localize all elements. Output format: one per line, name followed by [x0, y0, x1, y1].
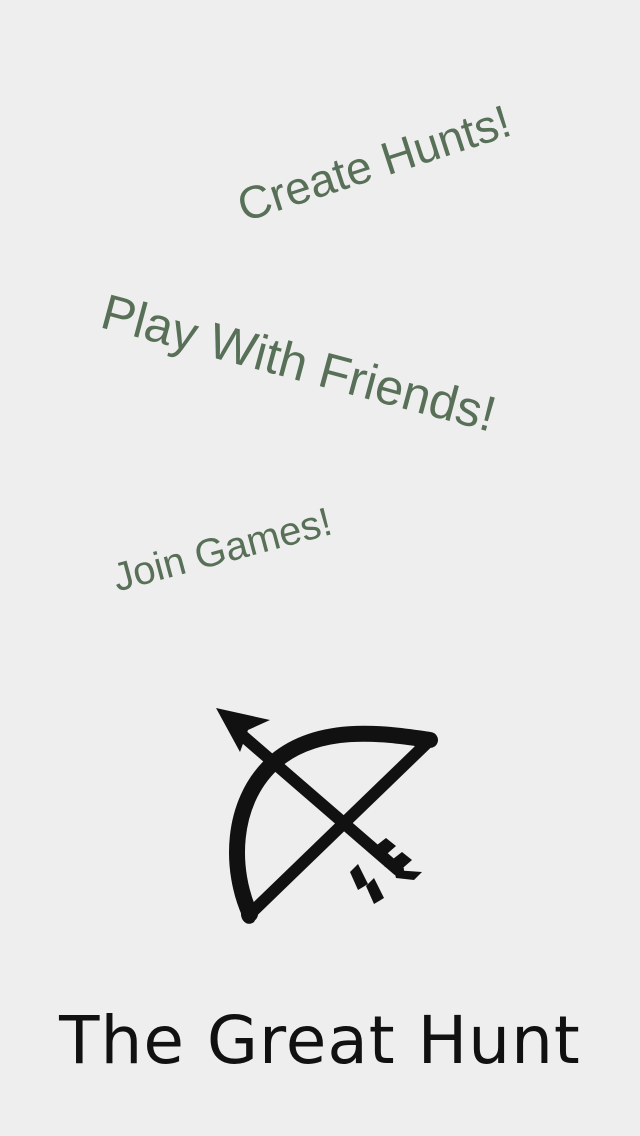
splash-screen: Create Hunts! Play With Friends! Join Ga…: [0, 0, 640, 1136]
bow-and-arrow-icon: [216, 708, 438, 924]
app-title: The Great Hunt: [59, 1002, 581, 1079]
tagline-create-hunts: Create Hunts!: [230, 94, 517, 232]
tagline-join-games: Join Games!: [108, 499, 337, 601]
tagline-play-with-friends: Play With Friends!: [95, 283, 503, 443]
